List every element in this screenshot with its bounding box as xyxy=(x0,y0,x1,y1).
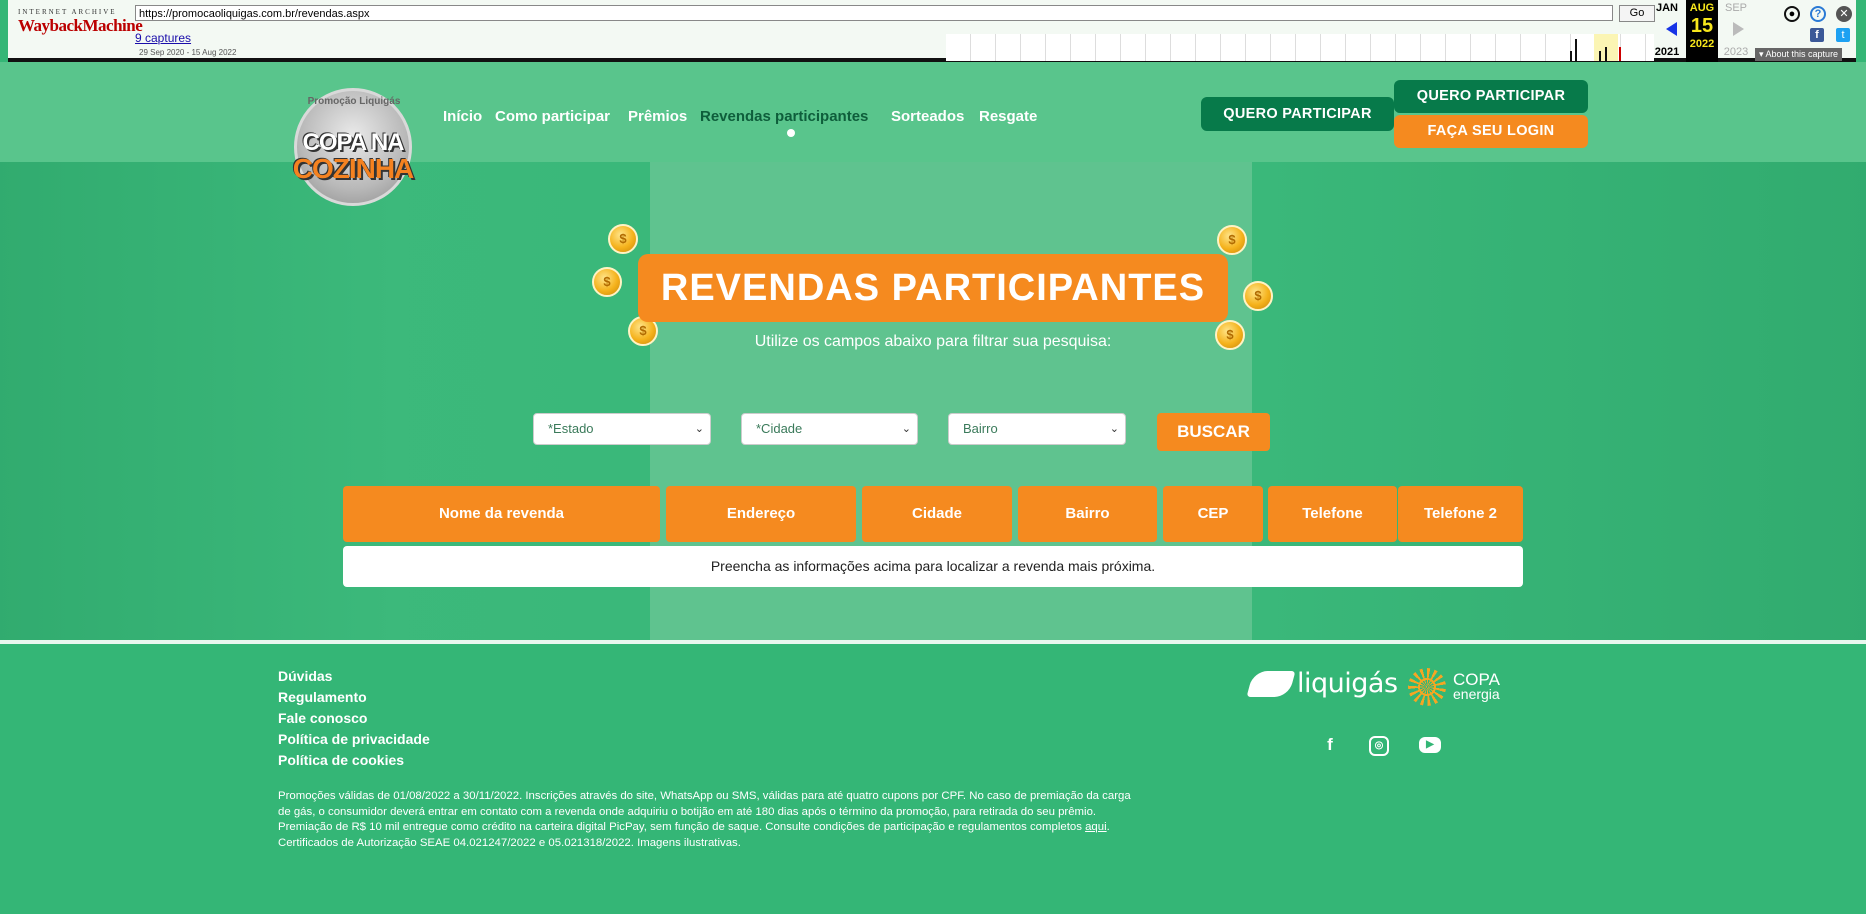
instagram-icon[interactable]: ◎ xyxy=(1369,736,1389,756)
wayback-sparkline[interactable] xyxy=(946,34,1654,61)
nav-resgate[interactable]: Resgate xyxy=(979,108,1037,125)
nav-premios[interactable]: Prêmios xyxy=(628,108,687,125)
table-header-telefone2: Telefone 2 xyxy=(1398,486,1523,542)
wayback-url-input[interactable]: https://promocaoliquigas.com.br/revendas… xyxy=(135,5,1613,21)
wayback-next-arrow-icon xyxy=(1733,22,1744,36)
wayback-cur-year: 2022 xyxy=(1689,38,1715,50)
footer-legal-text: Promoções válidas de 01/08/2022 a 30/11/… xyxy=(278,789,1138,851)
nav-active-indicator xyxy=(787,129,795,137)
wayback-go-button[interactable]: Go xyxy=(1619,5,1655,22)
nav-revendas-participantes[interactable]: Revendas participantes xyxy=(700,108,868,125)
bairro-select-value: Bairro xyxy=(963,421,998,436)
coin-icon: $ xyxy=(592,267,622,297)
wayback-prev-year: 2021 xyxy=(1654,46,1680,58)
table-empty-message: Preencha as informações acima para local… xyxy=(343,546,1523,587)
quero-participar-button[interactable]: QUERO PARTICIPAR xyxy=(1201,97,1394,131)
coin-icon: $ xyxy=(1215,320,1245,350)
page-title: REVENDAS PARTICIPANTES xyxy=(638,254,1228,322)
help-icon[interactable]: ? xyxy=(1810,6,1826,22)
copa-energia-line1: COPA xyxy=(1453,670,1500,689)
nav-inicio[interactable]: Início xyxy=(443,108,482,125)
wayback-about-capture[interactable]: ▾ About this capture xyxy=(1755,48,1843,61)
wayback-next-month: SEP xyxy=(1724,2,1747,14)
chevron-down-icon: ⌄ xyxy=(901,423,911,435)
copa-energia-line2: energia xyxy=(1453,686,1500,702)
footer-link-duvidas[interactable]: Dúvidas xyxy=(278,668,332,684)
user-icon[interactable]: ● xyxy=(1784,6,1800,22)
cidade-select-value: *Cidade xyxy=(756,421,803,436)
estado-select-value: *Estado xyxy=(548,421,594,436)
site-footer xyxy=(0,644,1866,914)
buscar-button[interactable]: BUSCAR xyxy=(1157,413,1270,451)
wayback-date-range: 29 Sep 2020 - 15 Aug 2022 xyxy=(139,48,237,57)
wayback-captures-link[interactable]: 9 captures xyxy=(135,31,191,45)
nav-sorteados[interactable]: Sorteados xyxy=(891,108,964,125)
nav-como-participar[interactable]: Como participar xyxy=(495,108,610,125)
wayback-prev-arrow-icon[interactable] xyxy=(1666,22,1677,36)
quero-participar-dropdown-button[interactable]: QUERO PARTICIPAR xyxy=(1394,80,1588,113)
sparkline-bar xyxy=(1570,51,1572,61)
footer-link-fale-conosco[interactable]: Fale conosco xyxy=(278,710,367,726)
footer-link-privacidade[interactable]: Política de privacidade xyxy=(278,731,430,747)
table-header-endereco: Endereço xyxy=(666,486,856,542)
youtube-icon[interactable]: ▶ xyxy=(1419,737,1441,753)
footer-link-cookies[interactable]: Política de cookies xyxy=(278,752,404,768)
wayback-logo-main: WaybackMachine xyxy=(18,16,143,35)
table-header-cidade: Cidade xyxy=(862,486,1012,542)
copa-energia-logo[interactable]: COPA energia xyxy=(1453,670,1500,702)
wayback-prev-month[interactable]: JAN xyxy=(1652,2,1682,14)
wayback-toolbar: INTERNET ARCHIVE WaybackMachine https://… xyxy=(8,0,1856,62)
logo-line2: COZINHA xyxy=(292,153,415,184)
wayback-logo[interactable]: INTERNET ARCHIVE WaybackMachine xyxy=(18,8,143,36)
wayback-cur-day: 15 xyxy=(1690,15,1714,37)
wayback-logo-top: INTERNET ARCHIVE xyxy=(18,8,117,16)
bairro-select[interactable]: Bairro ⌄ xyxy=(948,413,1126,445)
copa-na-cozinha-logo[interactable]: Promoção Liquigás COPA NA COZINHA xyxy=(280,86,426,214)
twitter-share-icon[interactable]: t xyxy=(1836,28,1850,42)
coin-icon: $ xyxy=(1217,225,1247,255)
table-header-cep: CEP xyxy=(1163,486,1263,542)
estado-select[interactable]: *Estado ⌄ xyxy=(533,413,711,445)
close-icon[interactable]: ✕ xyxy=(1836,6,1852,22)
wayback-cur-month: AUG xyxy=(1689,2,1715,14)
chevron-down-icon: ⌄ xyxy=(694,423,704,435)
legal-text-part1: Promoções válidas de 01/08/2022 a 30/11/… xyxy=(278,790,1131,834)
liquigas-logo[interactable]: liquigás xyxy=(1297,668,1398,699)
table-header-bairro: Bairro xyxy=(1018,486,1157,542)
table-header-nome: Nome da revenda xyxy=(343,486,660,542)
footer-link-regulamento[interactable]: Regulamento xyxy=(278,689,367,705)
page-subtitle: Utilize os campos abaixo para filtrar su… xyxy=(754,333,1112,350)
login-button[interactable]: FAÇA SEU LOGIN xyxy=(1394,115,1588,148)
facebook-icon[interactable]: f xyxy=(1319,734,1341,756)
wayback-next-year: 2023 xyxy=(1723,46,1749,58)
sparkline-bar xyxy=(1605,47,1607,61)
sparkline-bar xyxy=(1599,51,1601,61)
legal-aqui-link[interactable]: aqui xyxy=(1085,821,1107,833)
wayback-current-date: AUG 15 2022 xyxy=(1686,0,1718,62)
cidade-select[interactable]: *Cidade ⌄ xyxy=(741,413,918,445)
coin-icon: $ xyxy=(608,224,638,254)
logo-top-text: Promoção Liquigás xyxy=(307,96,401,107)
table-header-telefone: Telefone xyxy=(1268,486,1397,542)
facebook-share-icon[interactable]: f xyxy=(1810,28,1824,42)
coin-icon: $ xyxy=(1243,281,1273,311)
chevron-down-icon: ⌄ xyxy=(1109,423,1119,435)
sparkline-bar xyxy=(1619,47,1621,61)
copa-energia-sun-icon xyxy=(1408,668,1446,706)
sparkline-bar xyxy=(1575,39,1577,61)
